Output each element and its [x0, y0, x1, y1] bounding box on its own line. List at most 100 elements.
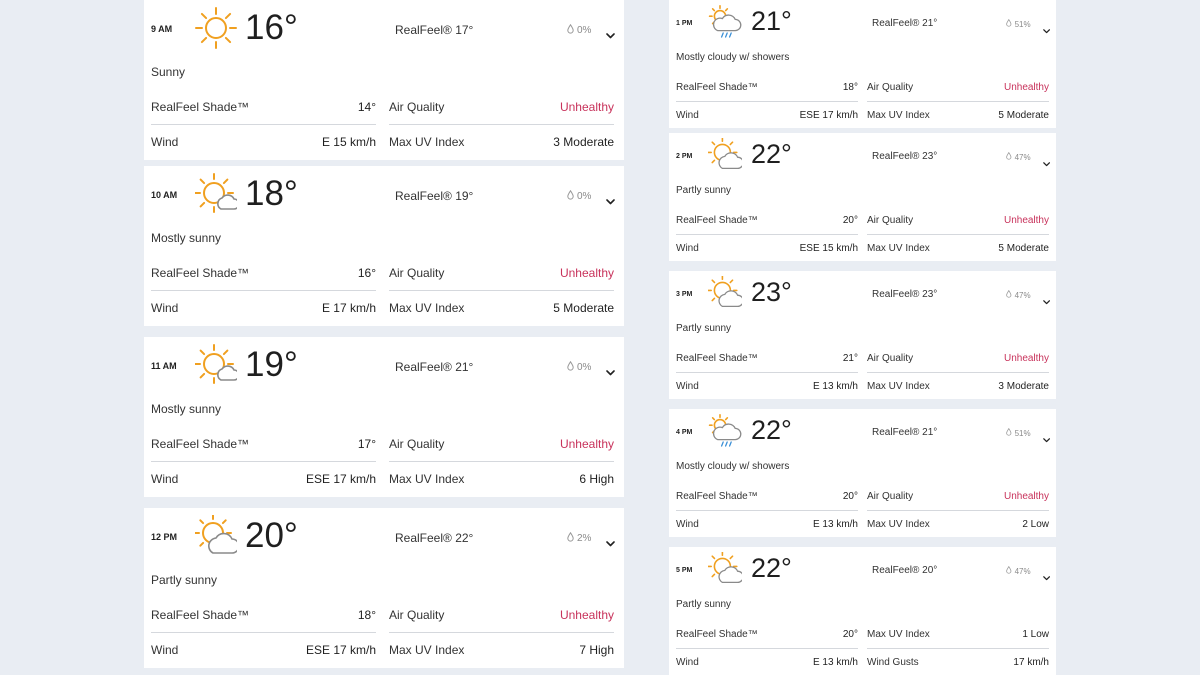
uv-index-row: Max UV Index 5 Moderate [867, 108, 1049, 122]
uv-index-value: 2 Low [1022, 518, 1049, 530]
uv-index-row: Max UV Index 5 Moderate [389, 300, 614, 316]
divider [389, 632, 614, 633]
hourly-card[interactable]: 9 AM 16° RealFeel® 17° 0% Sunny RealFeel… [144, 0, 624, 160]
wind-row: Wind ESE 17 km/h [676, 108, 858, 122]
chevron-down-icon[interactable] [1043, 292, 1051, 310]
uv-index-row: Max UV Index 5 Moderate [867, 241, 1049, 255]
raindrop-icon [567, 189, 574, 203]
realfeel-value: RealFeel® 20° [872, 565, 938, 576]
realfeel-value: RealFeel® 23° [872, 289, 938, 300]
partly-sunny-icon [707, 551, 744, 592]
uv-index-row: Max UV Index 3 Moderate [389, 134, 614, 150]
realfeel-shade-value: 16° [357, 266, 376, 280]
mostly-sunny-icon [194, 344, 240, 393]
realfeel-shade-row: RealFeel Shade™ 21° [676, 351, 858, 365]
hourly-card[interactable]: 1 PM 21° RealFeel® 21° 51% Mostly cloudy… [669, 0, 1056, 128]
raindrop-icon [1006, 151, 1012, 162]
chevron-down-icon[interactable] [606, 363, 615, 381]
uv-index-value: 6 High [579, 472, 614, 486]
wind-label: Wind [676, 656, 699, 668]
uv-index-row: Max UV Index 6 High [389, 471, 614, 487]
divider [151, 632, 376, 633]
realfeel-shade-label: RealFeel Shade™ [151, 437, 250, 451]
hour-time: 11 AM [151, 361, 177, 371]
divider [867, 101, 1049, 102]
realfeel-value: RealFeel® 19° [395, 189, 474, 203]
chevron-down-icon[interactable] [1043, 154, 1051, 172]
wind-row: Wind ESE 17 km/h [151, 471, 376, 487]
partly-sunny-icon [707, 137, 744, 178]
divider [676, 372, 858, 373]
chevron-down-icon[interactable] [1043, 568, 1051, 586]
realfeel-shade-label: RealFeel Shade™ [151, 266, 250, 280]
hour-temperature: 19° [245, 345, 298, 384]
wind-row: Wind E 13 km/h [676, 379, 858, 393]
partly-sunny-icon [707, 275, 744, 316]
divider [867, 372, 1049, 373]
realfeel-shade-label: RealFeel Shade™ [676, 628, 758, 640]
realfeel-value: RealFeel® 17° [395, 23, 474, 37]
realfeel-shade-row: RealFeel Shade™ 20° [676, 627, 858, 641]
precipitation-value: 0% [577, 191, 592, 202]
realfeel-shade-value: 20° [842, 490, 858, 502]
air-quality-value: Unhealthy [1003, 81, 1049, 93]
uv-index-value: 3 Moderate [553, 135, 614, 149]
precipitation-value: 47% [1014, 152, 1031, 162]
realfeel-shade-label: RealFeel Shade™ [676, 214, 758, 226]
uv-index-value: 5 Moderate [553, 301, 614, 315]
uv-index-row: Max UV Index 1 Low [867, 627, 1049, 641]
wind-row: Wind ESE 17 km/h [151, 642, 376, 658]
chevron-down-icon[interactable] [1043, 21, 1051, 39]
uv-index-value: 3 Moderate [998, 380, 1049, 392]
raindrop-icon [567, 23, 574, 37]
air-quality-row: Air Quality Unhealthy [867, 489, 1049, 503]
raindrop-icon [1006, 18, 1012, 29]
hourly-card[interactable]: 4 PM 22° RealFeel® 21° 51% Mostly cloudy… [669, 409, 1056, 537]
wind-row: Wind E 17 km/h [151, 300, 376, 316]
wind-value: ESE 17 km/h [305, 643, 376, 657]
realfeel-value: RealFeel® 21° [872, 427, 938, 438]
hour-time: 5 PM [676, 567, 693, 574]
realfeel-shade-value: 17° [357, 437, 376, 451]
uv-index-value: 1 Low [1022, 628, 1049, 640]
chevron-down-icon[interactable] [606, 192, 615, 210]
wind-row: Wind ESE 15 km/h [676, 241, 858, 255]
realfeel-shade-label: RealFeel Shade™ [151, 608, 250, 622]
air-quality-row: Air Quality Unhealthy [867, 80, 1049, 94]
divider [389, 124, 614, 125]
sunny-icon [195, 7, 237, 56]
hour-temperature: 22° [751, 139, 792, 169]
mostly-sunny-icon [194, 173, 240, 222]
hour-temperature: 20° [245, 516, 298, 555]
realfeel-shade-row: RealFeel Shade™ 18° [676, 80, 858, 94]
weather-phrase: Mostly sunny [151, 231, 222, 245]
chevron-down-icon[interactable] [606, 534, 615, 552]
wind-gusts-row: Wind Gusts 17 km/h [867, 655, 1049, 669]
realfeel-shade-value: 20° [842, 214, 858, 226]
divider [389, 290, 614, 291]
weather-phrase: Partly sunny [151, 573, 218, 587]
hourly-card[interactable]: 2 PM 22° RealFeel® 23° 47% Partly sunny … [669, 133, 1056, 261]
weather-phrase: Mostly cloudy w/ showers [676, 52, 790, 63]
air-quality-row: Air Quality Unhealthy [389, 99, 614, 115]
precipitation-value: 47% [1014, 290, 1031, 300]
realfeel-shade-value: 18° [357, 608, 376, 622]
wind-row: Wind E 15 km/h [151, 134, 376, 150]
precipitation: 51% [1006, 427, 1031, 438]
weather-phrase: Partly sunny [676, 323, 732, 334]
hourly-card[interactable]: 10 AM 18° RealFeel® 19° 0% Mostly sunny … [144, 166, 624, 326]
divider [867, 510, 1049, 511]
partly-sunny-icon [194, 514, 240, 564]
realfeel-value: RealFeel® 21° [872, 18, 938, 29]
chevron-down-icon[interactable] [606, 26, 615, 44]
chevron-down-icon[interactable] [1043, 430, 1051, 448]
hourly-card[interactable]: 12 PM 20° RealFeel® 22° 2% Partly sunny … [144, 508, 624, 668]
hourly-card[interactable]: 5 PM 22° RealFeel® 20° 47% Partly sunny … [669, 547, 1056, 675]
divider [676, 101, 858, 102]
hourly-card[interactable]: 11 AM 19° RealFeel® 21° 0% Mostly sunny … [144, 337, 624, 497]
uv-index-label: Max UV Index [389, 135, 465, 149]
hourly-card[interactable]: 3 PM 23° RealFeel® 23° 47% Partly sunny … [669, 271, 1056, 399]
precipitation-value: 47% [1014, 566, 1031, 576]
cloudy-showers-icon [708, 414, 742, 454]
wind-label: Wind [151, 643, 179, 657]
